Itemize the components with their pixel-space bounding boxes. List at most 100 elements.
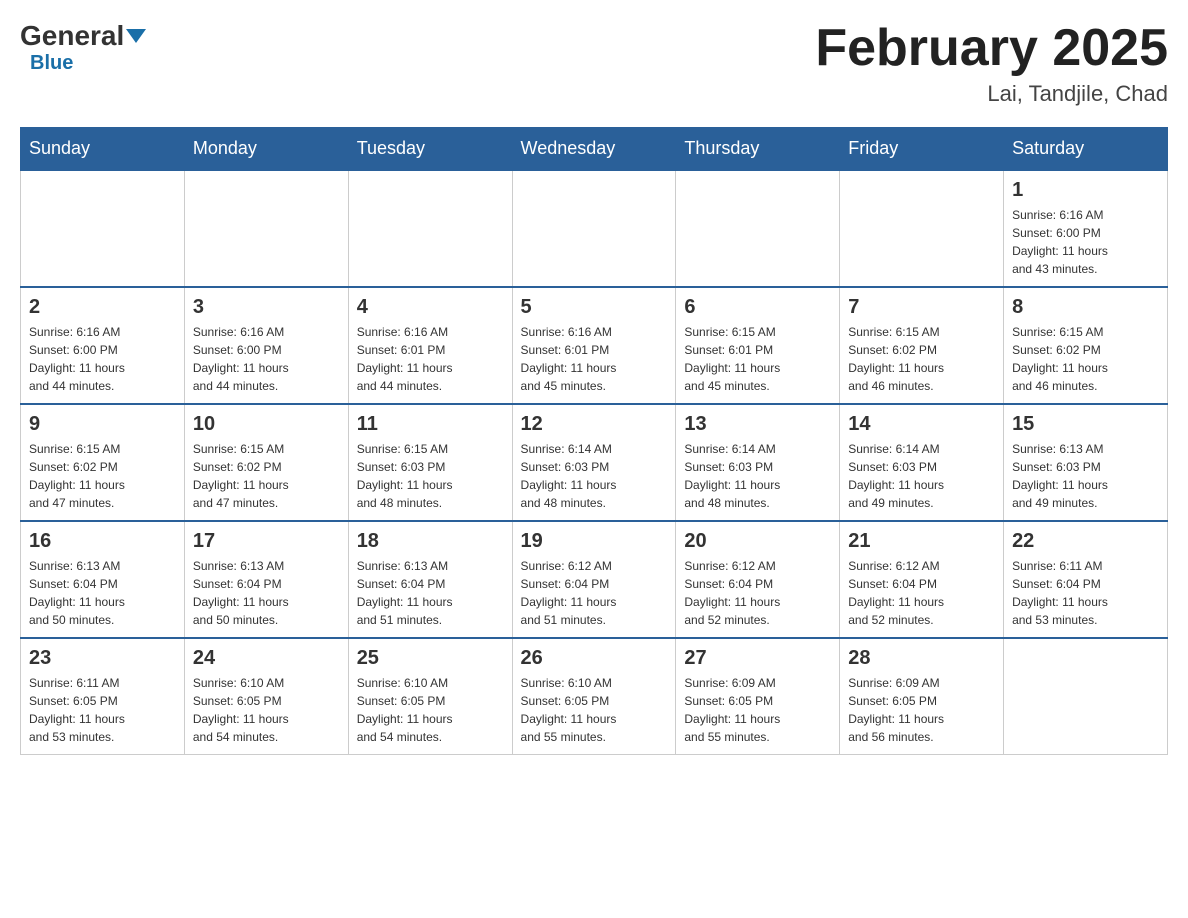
- col-tuesday: Tuesday: [348, 128, 512, 171]
- col-friday: Friday: [840, 128, 1004, 171]
- calendar-cell-0-3: [512, 170, 676, 287]
- calendar-cell-4-4: 27 Sunrise: 6:09 AM Sunset: 6:05 PM Dayli…: [676, 638, 840, 755]
- day-info: Sunrise: 6:13 AM Sunset: 6:04 PM Dayligh…: [29, 557, 176, 629]
- day-info: Sunrise: 6:13 AM Sunset: 6:04 PM Dayligh…: [357, 557, 504, 629]
- day-info: Sunrise: 6:11 AM Sunset: 6:05 PM Dayligh…: [29, 674, 176, 746]
- calendar-cell-3-4: 20 Sunrise: 6:12 AM Sunset: 6:04 PM Dayli…: [676, 521, 840, 638]
- day-number: 5: [521, 296, 668, 319]
- day-number: 26: [521, 647, 668, 670]
- calendar-cell-1-4: 6 Sunrise: 6:15 AM Sunset: 6:01 PM Daylig…: [676, 287, 840, 404]
- day-number: 7: [848, 296, 995, 319]
- day-number: 23: [29, 647, 176, 670]
- week-row-2: 9 Sunrise: 6:15 AM Sunset: 6:02 PM Daylig…: [21, 404, 1168, 521]
- calendar-cell-4-2: 25 Sunrise: 6:10 AM Sunset: 6:05 PM Dayli…: [348, 638, 512, 755]
- calendar-cell-2-0: 9 Sunrise: 6:15 AM Sunset: 6:02 PM Daylig…: [21, 404, 185, 521]
- day-number: 10: [193, 413, 340, 436]
- calendar-cell-0-6: 1Sunrise: 6:16 AM Sunset: 6:00 PM Daylig…: [1004, 170, 1168, 287]
- day-number: 14: [848, 413, 995, 436]
- calendar-cell-0-0: [21, 170, 185, 287]
- calendar-cell-0-1: [184, 170, 348, 287]
- day-info: Sunrise: 6:15 AM Sunset: 6:02 PM Dayligh…: [193, 440, 340, 512]
- day-info: Sunrise: 6:16 AM Sunset: 6:00 PM Dayligh…: [1012, 206, 1159, 278]
- day-info: Sunrise: 6:15 AM Sunset: 6:02 PM Dayligh…: [29, 440, 176, 512]
- calendar-cell-4-5: 28 Sunrise: 6:09 AM Sunset: 6:05 PM Dayli…: [840, 638, 1004, 755]
- day-number: 9: [29, 413, 176, 436]
- day-info: Sunrise: 6:09 AM Sunset: 6:05 PM Dayligh…: [684, 674, 831, 746]
- day-info: Sunrise: 6:14 AM Sunset: 6:03 PM Dayligh…: [684, 440, 831, 512]
- day-number: 8: [1012, 296, 1159, 319]
- day-info: Sunrise: 6:10 AM Sunset: 6:05 PM Dayligh…: [357, 674, 504, 746]
- calendar-cell-4-3: 26 Sunrise: 6:10 AM Sunset: 6:05 PM Dayli…: [512, 638, 676, 755]
- day-number: 21: [848, 530, 995, 553]
- day-number: 25: [357, 647, 504, 670]
- day-info: Sunrise: 6:09 AM Sunset: 6:05 PM Dayligh…: [848, 674, 995, 746]
- day-info: Sunrise: 6:14 AM Sunset: 6:03 PM Dayligh…: [848, 440, 995, 512]
- title-block: February 2025 Lai, Tandjile, Chad: [815, 20, 1168, 107]
- day-info: Sunrise: 6:12 AM Sunset: 6:04 PM Dayligh…: [848, 557, 995, 629]
- day-number: 2: [29, 296, 176, 319]
- day-info: Sunrise: 6:15 AM Sunset: 6:03 PM Dayligh…: [357, 440, 504, 512]
- page-header: General Blue February 2025 Lai, Tandjile…: [20, 20, 1168, 107]
- calendar-table: Sunday Monday Tuesday Wednesday Thursday…: [20, 127, 1168, 755]
- day-info: Sunrise: 6:12 AM Sunset: 6:04 PM Dayligh…: [684, 557, 831, 629]
- day-info: Sunrise: 6:15 AM Sunset: 6:01 PM Dayligh…: [684, 323, 831, 395]
- day-info: Sunrise: 6:13 AM Sunset: 6:04 PM Dayligh…: [193, 557, 340, 629]
- logo: General Blue: [20, 20, 146, 75]
- day-number: 18: [357, 530, 504, 553]
- calendar-cell-2-5: 14 Sunrise: 6:14 AM Sunset: 6:03 PM Dayli…: [840, 404, 1004, 521]
- calendar-cell-4-1: 24 Sunrise: 6:10 AM Sunset: 6:05 PM Dayli…: [184, 638, 348, 755]
- calendar-cell-1-6: 8 Sunrise: 6:15 AM Sunset: 6:02 PM Daylig…: [1004, 287, 1168, 404]
- day-info: Sunrise: 6:15 AM Sunset: 6:02 PM Dayligh…: [1012, 323, 1159, 395]
- day-info: Sunrise: 6:10 AM Sunset: 6:05 PM Dayligh…: [193, 674, 340, 746]
- col-monday: Monday: [184, 128, 348, 171]
- day-info: Sunrise: 6:12 AM Sunset: 6:04 PM Dayligh…: [521, 557, 668, 629]
- day-number: 24: [193, 647, 340, 670]
- col-saturday: Saturday: [1004, 128, 1168, 171]
- calendar-cell-1-0: 2 Sunrise: 6:16 AM Sunset: 6:00 PM Daylig…: [21, 287, 185, 404]
- day-info: Sunrise: 6:16 AM Sunset: 6:00 PM Dayligh…: [29, 323, 176, 395]
- calendar-cell-0-2: [348, 170, 512, 287]
- day-number: 27: [684, 647, 831, 670]
- day-number: 6: [684, 296, 831, 319]
- calendar-cell-0-4: [676, 170, 840, 287]
- day-number: 11: [357, 413, 504, 436]
- col-wednesday: Wednesday: [512, 128, 676, 171]
- day-number: 28: [848, 647, 995, 670]
- calendar-cell-4-6: [1004, 638, 1168, 755]
- day-number: 15: [1012, 413, 1159, 436]
- calendar-cell-1-5: 7 Sunrise: 6:15 AM Sunset: 6:02 PM Daylig…: [840, 287, 1004, 404]
- calendar-cell-4-0: 23 Sunrise: 6:11 AM Sunset: 6:05 PM Dayli…: [21, 638, 185, 755]
- calendar-cell-1-1: 3Sunrise: 6:16 AM Sunset: 6:00 PM Daylig…: [184, 287, 348, 404]
- calendar-cell-1-2: 4Sunrise: 6:16 AM Sunset: 6:01 PM Daylig…: [348, 287, 512, 404]
- calendar-cell-3-0: 16Sunrise: 6:13 AM Sunset: 6:04 PM Dayli…: [21, 521, 185, 638]
- location-title: Lai, Tandjile, Chad: [815, 81, 1168, 107]
- logo-general-text: General: [20, 20, 146, 52]
- logo-blue-text: Blue: [30, 52, 73, 75]
- calendar-cell-0-5: [840, 170, 1004, 287]
- day-info: Sunrise: 6:15 AM Sunset: 6:02 PM Dayligh…: [848, 323, 995, 395]
- day-number: 12: [521, 413, 668, 436]
- calendar-cell-3-6: 22Sunrise: 6:11 AM Sunset: 6:04 PM Dayli…: [1004, 521, 1168, 638]
- day-number: 17: [193, 530, 340, 553]
- calendar-cell-1-3: 5 Sunrise: 6:16 AM Sunset: 6:01 PM Daylig…: [512, 287, 676, 404]
- day-number: 20: [684, 530, 831, 553]
- col-sunday: Sunday: [21, 128, 185, 171]
- calendar-cell-2-2: 11 Sunrise: 6:15 AM Sunset: 6:03 PM Dayli…: [348, 404, 512, 521]
- week-row-1: 2 Sunrise: 6:16 AM Sunset: 6:00 PM Daylig…: [21, 287, 1168, 404]
- day-info: Sunrise: 6:13 AM Sunset: 6:03 PM Dayligh…: [1012, 440, 1159, 512]
- week-row-0: 1Sunrise: 6:16 AM Sunset: 6:00 PM Daylig…: [21, 170, 1168, 287]
- week-row-3: 16Sunrise: 6:13 AM Sunset: 6:04 PM Dayli…: [21, 521, 1168, 638]
- day-info: Sunrise: 6:16 AM Sunset: 6:01 PM Dayligh…: [521, 323, 668, 395]
- calendar-cell-3-3: 19 Sunrise: 6:12 AM Sunset: 6:04 PM Dayli…: [512, 521, 676, 638]
- calendar-cell-3-2: 18 Sunrise: 6:13 AM Sunset: 6:04 PM Dayli…: [348, 521, 512, 638]
- calendar-cell-2-1: 10 Sunrise: 6:15 AM Sunset: 6:02 PM Dayli…: [184, 404, 348, 521]
- day-info: Sunrise: 6:14 AM Sunset: 6:03 PM Dayligh…: [521, 440, 668, 512]
- week-row-4: 23 Sunrise: 6:11 AM Sunset: 6:05 PM Dayli…: [21, 638, 1168, 755]
- calendar-header-row: Sunday Monday Tuesday Wednesday Thursday…: [21, 128, 1168, 171]
- day-info: Sunrise: 6:10 AM Sunset: 6:05 PM Dayligh…: [521, 674, 668, 746]
- calendar-cell-3-5: 21 Sunrise: 6:12 AM Sunset: 6:04 PM Dayli…: [840, 521, 1004, 638]
- day-number: 22: [1012, 530, 1159, 553]
- day-number: 4: [357, 296, 504, 319]
- col-thursday: Thursday: [676, 128, 840, 171]
- day-number: 19: [521, 530, 668, 553]
